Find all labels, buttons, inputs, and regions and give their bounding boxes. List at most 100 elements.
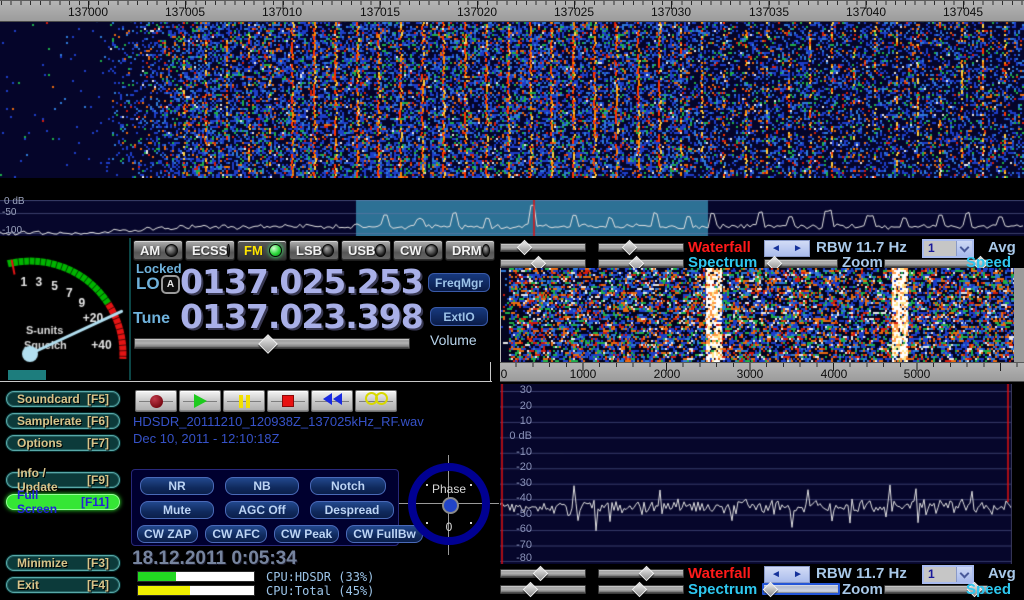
notch-button[interactable]: Notch (310, 477, 386, 495)
waterfall-label[interactable]: Waterfall (688, 565, 751, 582)
spin-left-icon[interactable]: ◄ (771, 243, 781, 254)
freq-tick-label: 4000 (821, 367, 848, 381)
lo-lock-badge[interactable]: A (161, 275, 180, 294)
zoom-waterfall-display[interactable] (500, 268, 1014, 362)
db-tick-label: 0 dB (502, 431, 532, 442)
rbw-spinner[interactable]: ◄ ► (764, 566, 810, 583)
slider-thumb[interactable] (517, 240, 533, 256)
waterfall-upper-slider[interactable] (500, 569, 586, 578)
db-tick-label: 20 (502, 401, 532, 412)
agc-off-button[interactable]: AGC Off (225, 501, 299, 519)
phase-dial[interactable]: Phase 0 (404, 458, 494, 552)
spectrum-upper-slider[interactable] (500, 585, 586, 594)
phase-title: Phase (404, 482, 494, 496)
loop-button[interactable] (355, 390, 397, 412)
zoom-spectrum-canvas[interactable] (500, 384, 1012, 564)
slider-thumb[interactable] (639, 566, 655, 582)
info-update-button[interactable]: Info / Update [F9] (6, 472, 120, 488)
db-tick-label: -80 (502, 553, 532, 564)
cpu-hdsdr-fill (138, 572, 176, 581)
mode-button-lsb[interactable]: LSB (289, 240, 339, 261)
rewind-triangle (323, 393, 332, 405)
db-label: -50 (2, 208, 16, 218)
lo-label: LO (136, 274, 160, 294)
options-button[interactable]: Options [F7] (6, 435, 120, 451)
dropdown-button[interactable] (956, 567, 972, 582)
cpu-total-fill (138, 586, 190, 595)
tune-frequency-display[interactable]: 0137.023.398 (180, 300, 423, 333)
spin-right-icon[interactable]: ► (793, 243, 803, 254)
slider-thumb[interactable] (532, 566, 548, 582)
tune-slider[interactable] (134, 338, 410, 349)
freq-tick-label: 137040 (846, 5, 886, 19)
mode-led-icon (425, 244, 438, 257)
zoom-slider[interactable] (762, 583, 840, 595)
mode-button-drm[interactable]: DRM (445, 240, 495, 261)
freq-tick-label: 5000 (904, 367, 931, 381)
rewind-button[interactable] (311, 390, 353, 412)
freqmgr-button[interactable]: FreqMgr (428, 273, 490, 292)
mode-led-icon (165, 244, 178, 257)
zoom-slider[interactable] (764, 259, 838, 268)
mode-button-usb[interactable]: USB (341, 240, 391, 261)
cw-peak-button[interactable]: CW Peak (274, 525, 339, 543)
fullscreen-button[interactable]: Full Screen [F11] (6, 494, 120, 510)
tune-slider-thumb[interactable] (258, 334, 278, 354)
slider-thumb[interactable] (632, 582, 648, 598)
record-button[interactable] (135, 390, 177, 412)
spectrum-lower-slider[interactable] (598, 259, 684, 268)
waterfall-upper-slider[interactable] (500, 243, 586, 252)
mode-button-fm[interactable]: FM (237, 240, 287, 261)
squelch-indicator[interactable] (8, 370, 46, 380)
slider-thumb[interactable] (522, 582, 538, 598)
stop-button[interactable] (267, 390, 309, 412)
button-label: Full Screen (17, 488, 81, 516)
samplerate-button[interactable]: Samplerate [F6] (6, 413, 120, 429)
spin-right-icon[interactable]: ► (793, 569, 803, 580)
minimize-button[interactable]: Minimize [F3] (6, 555, 120, 571)
mode-button-am[interactable]: AM (133, 240, 183, 261)
slider-thumb[interactable] (763, 582, 779, 598)
s-meter-gauge[interactable] (0, 238, 130, 380)
nb-button[interactable]: NB (225, 477, 299, 495)
main-waterfall-display[interactable] (0, 0, 1024, 178)
rewind-icon (323, 392, 342, 410)
cpu-hdsdr-label: CPU:HDSDR (33%) (266, 570, 374, 584)
cw-zap-button[interactable]: CW ZAP (137, 525, 198, 543)
main-spectrum-strip[interactable]: 0 dB -50 -100 (0, 200, 1024, 236)
freq-tick-label: 137010 (262, 5, 302, 19)
button-fkey: [F11] (81, 495, 109, 509)
zoom-spectrum-display[interactable]: 30 20 10 0 dB -10 -20 -30 -40 -50 -60 -7… (500, 384, 1012, 564)
mode-button-ecss[interactable]: ECSS (185, 240, 235, 261)
spin-left-icon[interactable]: ◄ (771, 569, 781, 580)
despread-button[interactable]: Despread (310, 501, 394, 519)
playback-file-date: Dec 10, 2011 - 12:10:18Z (133, 431, 279, 446)
cpu-hdsdr-bar (137, 571, 255, 582)
waterfall-lower-slider[interactable] (598, 569, 684, 578)
exit-button[interactable]: Exit [F4] (6, 577, 120, 593)
waterfall-lower-slider[interactable] (598, 243, 684, 252)
phase-center-dot (442, 497, 459, 514)
pause-button[interactable] (223, 390, 265, 412)
mode-button-cw[interactable]: CW (393, 240, 443, 261)
zoom-frequency-scale[interactable]: 0 1000 2000 3000 4000 5000 (500, 362, 1024, 382)
loop-icon (365, 392, 388, 410)
mute-button[interactable]: Mute (140, 501, 214, 519)
rbw-spinner[interactable]: ◄ ► (764, 240, 810, 257)
spectrum-upper-slider[interactable] (500, 259, 586, 268)
main-frequency-scale[interactable]: 137000 137005 137010 137015 137020 13702… (0, 0, 1024, 22)
db-tick-label: 10 (502, 416, 532, 427)
nr-button[interactable]: NR (140, 477, 214, 495)
soundcard-button[interactable]: Soundcard [F5] (6, 391, 120, 407)
main-spectrum-canvas[interactable] (0, 200, 1024, 236)
play-button[interactable] (179, 390, 221, 412)
slider-thumb[interactable] (622, 240, 638, 256)
volume-track-line[interactable] (0, 381, 492, 382)
panel-divider (129, 238, 131, 380)
spectrum-label[interactable]: Spectrum (688, 581, 757, 598)
datetime-display: 18.12.2011 0:05:34 (132, 548, 297, 570)
cw-afc-button[interactable]: CW AFC (205, 525, 267, 543)
lo-frequency-display[interactable]: 0137.025.253 (180, 265, 423, 298)
extio-button[interactable]: ExtIO (430, 307, 488, 326)
spectrum-lower-slider[interactable] (598, 585, 684, 594)
